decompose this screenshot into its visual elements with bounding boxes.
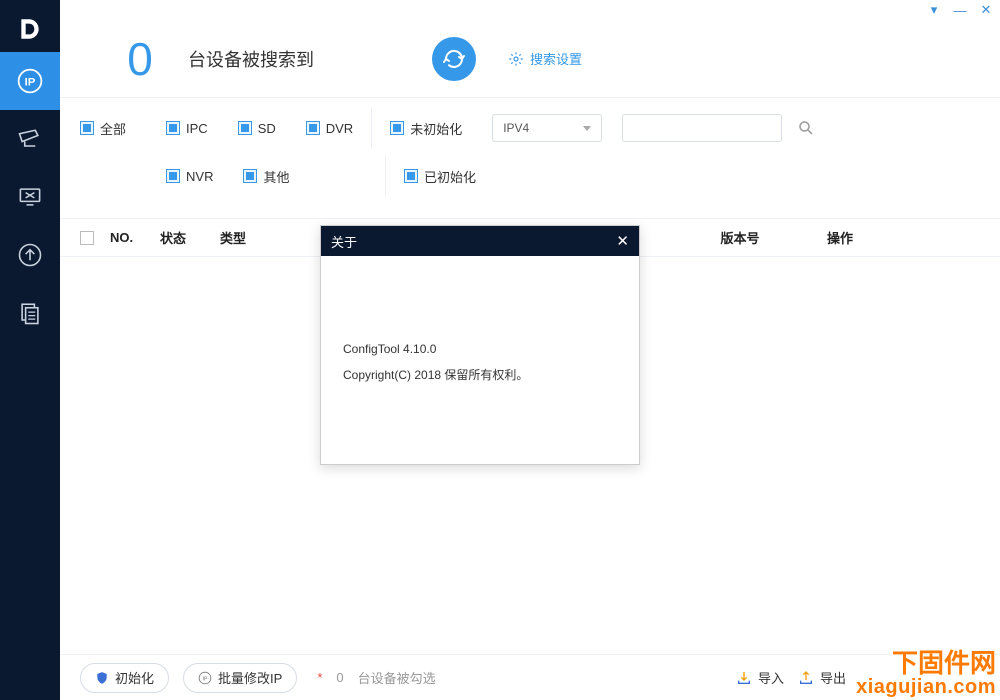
divider [371, 108, 372, 148]
divider [385, 156, 386, 196]
ip-version-select[interactable]: IPV4 [492, 114, 602, 142]
select-all-checkbox[interactable] [80, 231, 110, 245]
col-version: 版本号 [680, 228, 800, 247]
export-button[interactable]: 导出 [798, 668, 846, 687]
refresh-button[interactable] [432, 37, 476, 81]
initialize-button[interactable]: 初始化 [80, 663, 169, 693]
required-star: * [317, 670, 322, 685]
header: 0 台设备被搜索到 搜索设置 [60, 20, 1000, 98]
svg-text:IP: IP [203, 676, 208, 682]
about-product: ConfigTool 4.10.0 [343, 336, 617, 362]
col-no: NO. [110, 230, 160, 245]
selected-count: 0 [336, 670, 343, 685]
import-button[interactable]: 导入 [736, 668, 784, 687]
sidebar: IP [0, 0, 60, 700]
minimize-icon[interactable]: — [954, 4, 966, 16]
export-icon [798, 670, 814, 686]
nav-upgrade[interactable] [0, 226, 60, 284]
filter-uninitialized[interactable]: 未初始化 [390, 119, 462, 138]
dialog-body: ConfigTool 4.10.0 Copyright(C) 2018 保留所有… [321, 256, 639, 389]
col-type: 类型 [220, 228, 320, 247]
import-icon [736, 670, 752, 686]
search-icon [797, 119, 815, 137]
dropdown-icon[interactable]: ▾ [928, 4, 940, 16]
nav-camera[interactable] [0, 110, 60, 168]
dialog-close-button[interactable]: ✕ [616, 232, 629, 250]
close-icon[interactable]: ✕ [980, 4, 992, 16]
filter-other[interactable]: 其他 [243, 167, 289, 186]
filter-dvr[interactable]: DVR [306, 121, 353, 136]
dialog-titlebar: 关于 ✕ [321, 226, 639, 256]
search-settings-link[interactable]: 搜索设置 [508, 49, 582, 68]
svg-text:IP: IP [25, 76, 36, 88]
search-input[interactable] [622, 114, 782, 142]
selected-label: 台设备被勾选 [358, 668, 436, 687]
nav-tools[interactable] [0, 168, 60, 226]
window-titlebar: ▾ — ✕ [60, 0, 1000, 20]
device-count-label: 台设备被搜索到 [188, 46, 314, 72]
batch-modify-ip-button[interactable]: IP 批量修改IP [183, 663, 297, 693]
chevron-down-icon [583, 126, 591, 131]
nav-docs[interactable] [0, 284, 60, 342]
filter-initialized[interactable]: 已初始化 [404, 167, 476, 186]
filter-bar: 全部 IPC SD DVR 未初始化 IPV4 全部 [60, 98, 1000, 219]
shield-icon [95, 671, 109, 685]
filter-ipc[interactable]: IPC [166, 121, 208, 136]
about-dialog: 关于 ✕ ConfigTool 4.10.0 Copyright(C) 2018… [320, 225, 640, 465]
search-settings-label: 搜索设置 [530, 49, 582, 68]
filter-sd[interactable]: SD [238, 121, 276, 136]
ip-version-value: IPV4 [503, 121, 529, 135]
col-operate: 操作 [800, 228, 880, 247]
app-logo [0, 6, 60, 52]
filter-nvr[interactable]: NVR [166, 167, 213, 186]
col-status: 状态 [160, 228, 220, 247]
filter-all[interactable]: 全部 [80, 119, 126, 138]
nav-ip-config[interactable]: IP [0, 52, 60, 110]
refresh-icon [442, 47, 466, 71]
dialog-title: 关于 [331, 232, 357, 251]
device-count: 0 [110, 32, 170, 86]
ip-icon: IP [198, 671, 212, 685]
footer-bar: 初始化 IP 批量修改IP * 0 台设备被勾选 导入 导出 [60, 654, 1000, 700]
gear-icon [508, 51, 524, 67]
search-button[interactable] [792, 114, 820, 142]
about-copyright: Copyright(C) 2018 保留所有权利。 [343, 362, 617, 388]
